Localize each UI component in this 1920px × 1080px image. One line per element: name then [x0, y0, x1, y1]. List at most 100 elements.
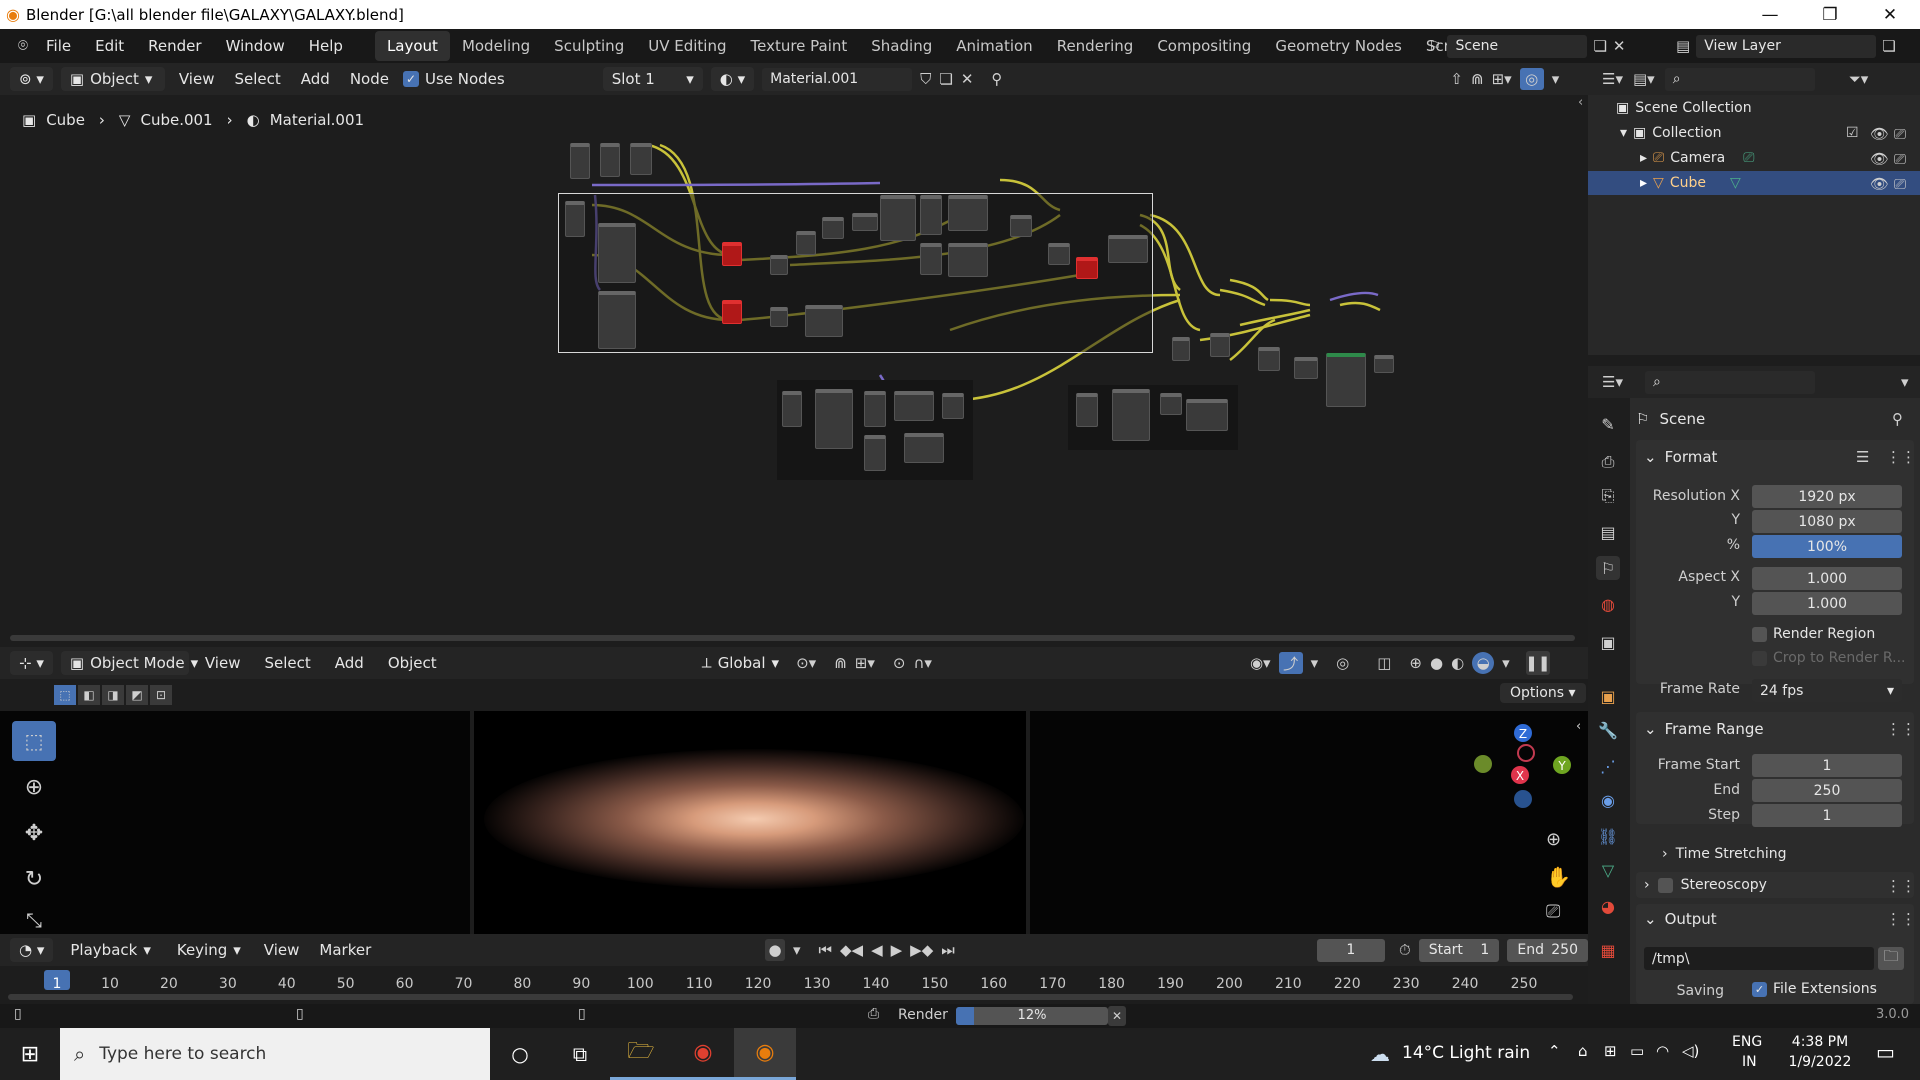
camera-view-icon[interactable]: ⎚ — [1546, 901, 1560, 922]
overlays-icon[interactable]: ◎ — [1519, 68, 1544, 90]
pan-hand-icon[interactable]: ✋ — [1546, 865, 1571, 889]
world-tab-icon[interactable]: ◍ — [1596, 592, 1620, 616]
object-tab-icon[interactable]: ▣ — [1596, 684, 1620, 708]
overlays-dropdown-icon[interactable]: ▾ — [1552, 70, 1560, 88]
fake-user-shield-icon[interactable]: ⛉ — [920, 70, 931, 88]
current-frame-field[interactable]: 1 — [1316, 938, 1385, 962]
folder-icon[interactable]: 🗀 — [1878, 947, 1904, 970]
scene-tab-icon[interactable]: ⚐ — [1596, 556, 1620, 580]
tray-chevron-icon[interactable]: ⌃ — [1548, 1042, 1561, 1060]
outliner-search-input[interactable]: ⌕ — [1664, 67, 1815, 91]
select-invert-icon[interactable]: ◩ — [126, 685, 148, 705]
drag-handle-icon[interactable]: ⋮⋮ — [1886, 877, 1916, 895]
shader-node[interactable] — [630, 143, 652, 175]
eye-icon[interactable]: 👁 — [1870, 175, 1889, 193]
time-stretching-header[interactable]: › Time Stretching — [1662, 846, 1786, 862]
menu-node[interactable]: Node — [344, 70, 395, 88]
expand-right-icon[interactable]: ▸ — [1640, 175, 1647, 191]
collection-tab-icon[interactable]: ▣ — [1596, 630, 1620, 654]
menu-add[interactable]: Add — [327, 654, 372, 672]
presets-list-icon[interactable]: ☰ — [1856, 448, 1869, 466]
shader-node[interactable] — [1186, 399, 1228, 431]
scale-tool-icon[interactable]: ⤡ — [12, 905, 56, 935]
drag-handle-icon[interactable]: ⋮⋮ — [1886, 910, 1916, 928]
volume-icon[interactable]: ◁) — [1682, 1042, 1699, 1060]
shader-node[interactable] — [920, 243, 942, 275]
gizmo-dropdown-icon[interactable]: ▾ — [1311, 654, 1319, 672]
camera-row[interactable]: ▸ ⎚ Camera ⎚ — [1640, 150, 1754, 166]
eye-icon[interactable]: 👁 — [1870, 125, 1889, 143]
shader-type-dropdown[interactable]: ▣ Object ▾ — [60, 67, 165, 91]
task-view-icon[interactable]: ⧉ — [550, 1028, 610, 1080]
shader-node[interactable] — [1374, 355, 1394, 373]
shader-node[interactable] — [948, 243, 988, 277]
unlink-material-icon[interactable]: ✕ — [961, 70, 974, 88]
menu-marker[interactable]: Marker — [313, 941, 377, 959]
use-nodes-toggle[interactable]: ✓ Use Nodes — [402, 70, 505, 88]
tab-compositing[interactable]: Compositing — [1145, 31, 1263, 61]
material-tab-icon[interactable]: ◕ — [1596, 894, 1620, 918]
aspect-y-field[interactable]: 1.000 — [1752, 592, 1902, 615]
shader-node[interactable] — [1010, 215, 1032, 237]
material-name-field[interactable]: Material.001 — [762, 67, 913, 91]
scene-selector[interactable]: ⚐ Scene ❏ ✕ — [1428, 33, 1625, 59]
gizmo-neg-y[interactable] — [1474, 755, 1492, 773]
shader-node[interactable] — [852, 213, 878, 231]
rendered-shading-icon[interactable]: ◒ — [1472, 652, 1495, 674]
tool-tab-icon[interactable]: ✎ — [1596, 412, 1620, 436]
shader-node[interactable] — [822, 217, 844, 239]
editor-type-icon[interactable]: ☰▾ — [1602, 70, 1623, 88]
shader-node[interactable] — [782, 391, 802, 427]
visibility-icon[interactable]: ◉▾ — [1250, 654, 1271, 672]
pin-icon[interactable]: ⚲ — [991, 70, 1002, 88]
shader-node[interactable] — [1160, 393, 1182, 415]
file-explorer-icon[interactable]: 🗁 — [610, 1028, 672, 1080]
scene-collection-row[interactable]: ▣ Scene Collection — [1616, 100, 1752, 116]
menu-view[interactable]: View — [173, 70, 221, 88]
restore-button[interactable]: ❐ — [1800, 0, 1860, 29]
resolution-y-field[interactable]: 1080 px — [1752, 510, 1902, 533]
tab-geometry-nodes[interactable]: Geometry Nodes — [1263, 31, 1414, 61]
select-subtract-icon[interactable]: ◨ — [102, 685, 124, 705]
editor-type-button[interactable]: ◔ ▾ — [10, 938, 54, 962]
filter-icon[interactable]: ⏷▾ — [1849, 70, 1869, 88]
cortana-icon[interactable]: ○ — [490, 1028, 550, 1080]
shader-node[interactable] — [570, 143, 590, 179]
view-layer-tab-icon[interactable]: ▤ — [1596, 520, 1620, 544]
shader-node[interactable] — [894, 391, 934, 421]
shader-node[interactable] — [1076, 393, 1098, 427]
collapse-sidebar-icon[interactable]: ‹ — [1578, 95, 1583, 110]
duplicate-material-icon[interactable]: ❏ — [939, 70, 952, 88]
blender-taskbar-icon[interactable]: ◉ — [734, 1028, 796, 1080]
jump-end-icon[interactable]: ⏭ — [941, 941, 955, 959]
play-icon[interactable]: ▶ — [891, 941, 903, 959]
close-button[interactable]: ✕ — [1860, 0, 1920, 29]
menu-view[interactable]: View — [258, 941, 306, 959]
solid-shading-icon[interactable]: ● — [1430, 654, 1443, 672]
mesh-data-icon[interactable]: ▽ — [1730, 175, 1741, 191]
cancel-render-icon[interactable]: ✕ — [1108, 1006, 1126, 1026]
shader-node[interactable] — [920, 195, 942, 235]
snap-icon[interactable]: ⋒ — [834, 654, 847, 672]
language-label[interactable]: ENG — [1732, 1034, 1762, 1050]
tab-sculpting[interactable]: Sculpting — [542, 31, 636, 61]
shader-node[interactable] — [796, 231, 816, 255]
new-scene-icon[interactable]: ❏ — [1593, 37, 1606, 55]
gizmo-neg-z[interactable] — [1514, 790, 1532, 808]
play-reverse-icon[interactable]: ◀ — [871, 941, 883, 959]
menu-render[interactable]: Render — [136, 37, 213, 55]
render-tab-icon[interactable]: ⎙ — [1596, 450, 1620, 474]
drag-handle-icon[interactable]: ⋮⋮ — [1886, 448, 1916, 466]
shader-node[interactable] — [1048, 243, 1070, 265]
playback-dropdown[interactable]: Playback ▾ — [61, 938, 159, 962]
tab-shading[interactable]: Shading — [859, 31, 944, 61]
data-tab-icon[interactable]: ▽ — [1596, 858, 1620, 882]
delete-scene-icon[interactable]: ✕ — [1613, 37, 1626, 55]
eye-icon[interactable]: 👁 — [1870, 150, 1889, 168]
resolution-percent-field[interactable]: 100% — [1752, 535, 1902, 558]
frame-rate-dropdown[interactable]: 24 fps ▾ — [1752, 679, 1902, 702]
shader-node[interactable] — [722, 242, 742, 266]
view-layer-selector[interactable]: ▤ View Layer ❏ — [1676, 33, 1896, 59]
shader-node[interactable] — [805, 305, 843, 337]
select-box-tool-icon[interactable]: ⬚ — [12, 721, 56, 761]
